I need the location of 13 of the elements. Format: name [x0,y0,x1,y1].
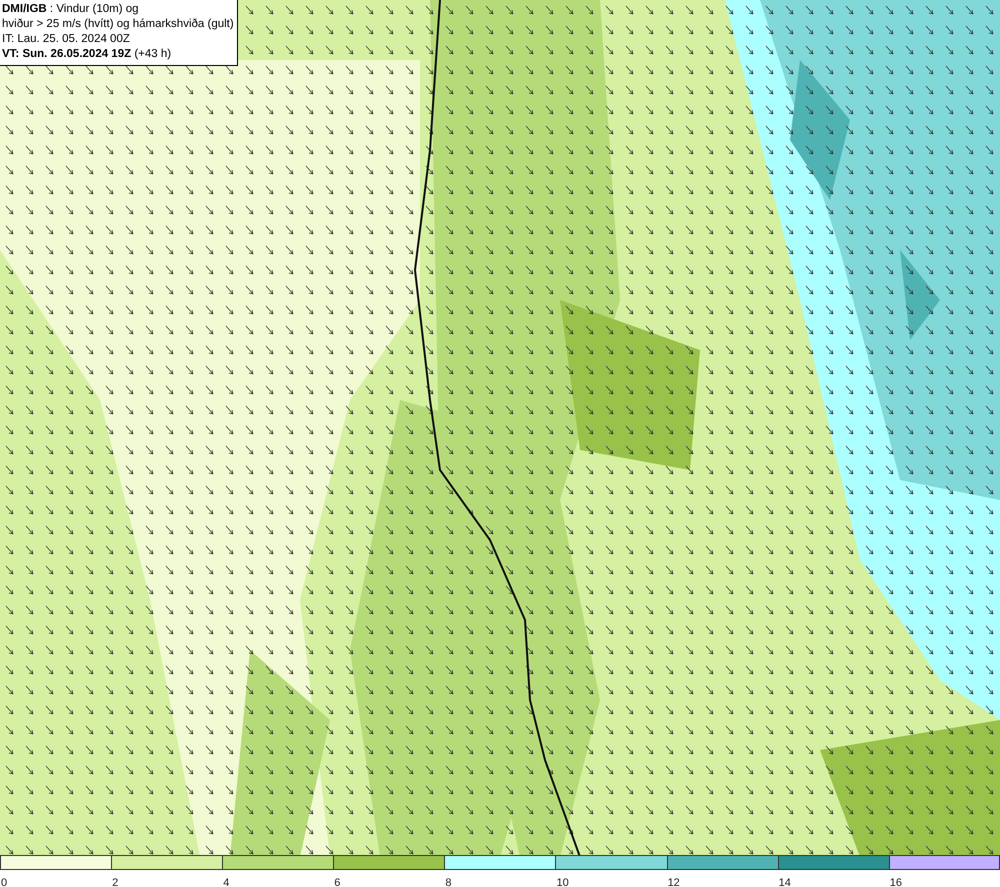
legend-label: 10 [555,876,569,887]
legend-label: 6 [333,876,340,887]
legend-label: 14 [778,876,791,887]
title-line: IT: Lau. 25. 05. 2024 00Z [2,32,130,47]
legend-label: 16 [888,876,902,887]
title-line: DMI/IGB : Vindur (10m) og [2,2,139,17]
title-line: hviður > 25 m/s (hvítt) og hámarkshviða (gult) [2,17,234,32]
legend-label: 4 [222,876,230,887]
legend-label: 8 [444,876,452,887]
legend-label: 0 [0,876,8,887]
legend-label: 2 [111,876,118,887]
legend-label: 12 [666,876,680,887]
title-line: VT: Sun. 26.05.2024 19Z (+43 h) [2,47,172,62]
